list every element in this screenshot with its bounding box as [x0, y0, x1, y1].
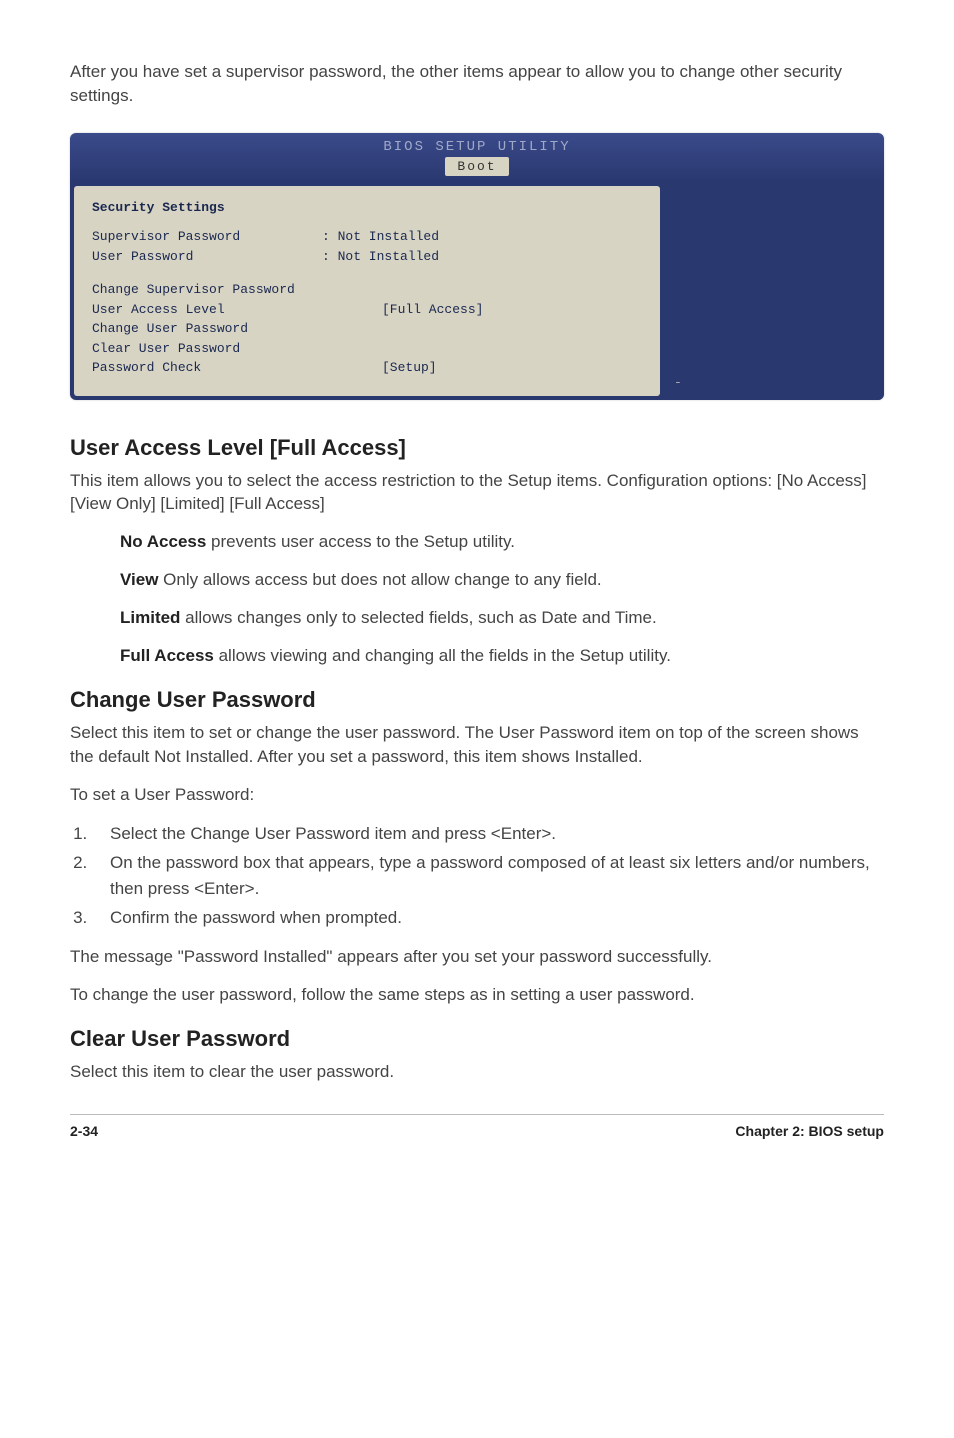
bios-panel-left: Security Settings Supervisor Password : …: [74, 186, 660, 396]
option-text: prevents user access to the Setup utilit…: [206, 532, 515, 551]
page-footer: 2-34 Chapter 2: BIOS setup: [70, 1114, 884, 1139]
user-access-desc: This item allows you to select the acces…: [70, 469, 884, 517]
option-view: View Only allows access but does not all…: [70, 568, 884, 592]
change-user-p4: To change the user password, follow the …: [70, 983, 884, 1007]
bios-header: BIOS SETUP UTILITY Boot: [70, 133, 884, 182]
bios-body: Security Settings Supervisor Password : …: [70, 182, 884, 400]
change-user-p2: To set a User Password:: [70, 783, 884, 807]
option-no-access: No Access prevents user access to the Se…: [70, 530, 884, 554]
bios-label: Change User Password: [92, 319, 248, 339]
bios-row-user-access: User Access Level [Full Access]: [92, 300, 642, 320]
bios-row-userpass: User Password : Not Installed: [92, 247, 642, 267]
bios-value: [Full Access]: [382, 300, 483, 320]
change-user-steps: Select the Change User Password item and…: [70, 821, 884, 931]
option-text: Only allows access but does not allow ch…: [158, 570, 601, 589]
intro-paragraph: After you have set a supervisor password…: [70, 60, 884, 108]
option-text: allows viewing and changing all the fiel…: [214, 646, 671, 665]
bios-row-change-supervisor: Change Supervisor Password: [92, 280, 642, 300]
bios-screenshot: BIOS SETUP UTILITY Boot Security Setting…: [70, 133, 884, 400]
option-limited: Limited allows changes only to selected …: [70, 606, 884, 630]
list-item: Select the Change User Password item and…: [92, 821, 884, 847]
change-user-p3: The message "Password Installed" appears…: [70, 945, 884, 969]
bios-label: Change Supervisor Password: [92, 280, 295, 300]
heading-user-access: User Access Level [Full Access]: [70, 435, 884, 461]
bios-label: User Password: [92, 247, 322, 267]
clear-user-p1: Select this item to clear the user passw…: [70, 1060, 884, 1084]
chapter-label: Chapter 2: BIOS setup: [735, 1123, 884, 1139]
bios-row-change-user: Change User Password: [92, 319, 642, 339]
change-user-p1: Select this item to set or change the us…: [70, 721, 884, 769]
option-label: Limited: [120, 608, 180, 627]
bios-row-clear-user: Clear User Password: [92, 339, 642, 359]
page-number: 2-34: [70, 1123, 98, 1139]
section-user-access: User Access Level [Full Access] This ite…: [70, 435, 884, 668]
bios-panel-right: -: [664, 182, 884, 400]
bios-row-password-check: Password Check [Setup]: [92, 358, 642, 378]
list-item: On the password box that appears, type a…: [92, 850, 884, 901]
bios-label: Supervisor Password: [92, 227, 322, 247]
bios-tab-boot: Boot: [445, 157, 508, 176]
bios-value: : Not Installed: [322, 227, 439, 247]
option-label: No Access: [120, 532, 206, 551]
section-change-user-password: Change User Password Select this item to…: [70, 687, 884, 1006]
option-label: Full Access: [120, 646, 214, 665]
option-label: View: [120, 570, 158, 589]
list-item: Confirm the password when prompted.: [92, 905, 884, 931]
bios-label: User Access Level: [92, 300, 382, 320]
bios-right-marker: -: [674, 375, 682, 390]
bios-value: : Not Installed: [322, 247, 439, 267]
bios-section-heading: Security Settings: [92, 198, 642, 218]
bios-value: [Setup]: [382, 358, 437, 378]
section-clear-user-password: Clear User Password Select this item to …: [70, 1026, 884, 1084]
heading-clear-user-password: Clear User Password: [70, 1026, 884, 1052]
option-full-access: Full Access allows viewing and changing …: [70, 644, 884, 668]
bios-label: Password Check: [92, 358, 382, 378]
option-text: allows changes only to selected fields, …: [180, 608, 656, 627]
bios-label: Clear User Password: [92, 339, 240, 359]
bios-title: BIOS SETUP UTILITY: [70, 139, 884, 155]
bios-row-supervisor: Supervisor Password : Not Installed: [92, 227, 642, 247]
heading-change-user-password: Change User Password: [70, 687, 884, 713]
